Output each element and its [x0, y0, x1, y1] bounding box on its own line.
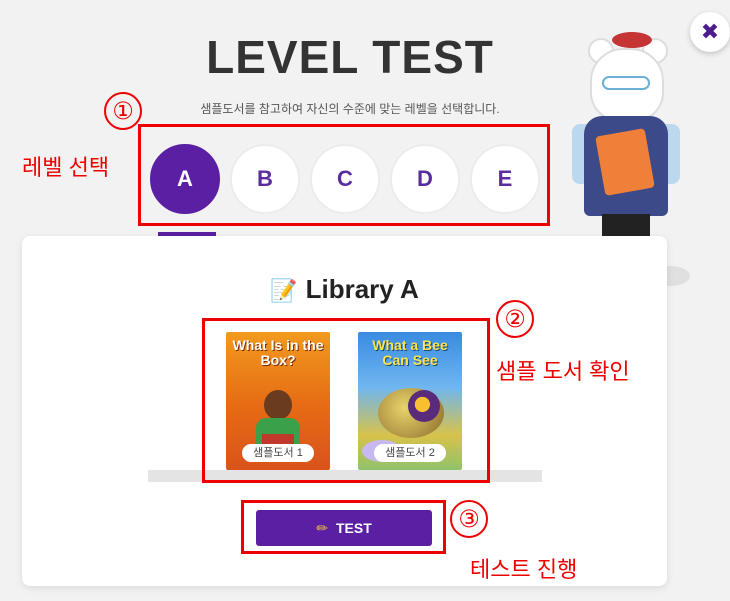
annotation-number-2: ② [496, 300, 534, 338]
mascot-book [595, 128, 655, 196]
mascot-glasses [602, 76, 650, 90]
memo-icon: 📝 [270, 278, 298, 303]
library-title-text: Library A [305, 274, 419, 304]
mascot-illustration [560, 28, 690, 258]
annotation-label-books: 샘플 도서 확인 [496, 359, 630, 384]
mascot-beret [612, 32, 652, 48]
close-icon: ✖ [700, 19, 720, 44]
close-button[interactable]: ✖ [690, 12, 730, 52]
annotation-box-test [241, 500, 446, 554]
annotation-number-3: ③ [450, 500, 488, 538]
annotation-label-test: 테스트 진행 [470, 557, 578, 582]
annotation-box-books [202, 318, 490, 483]
annotation-number-1: ① [104, 92, 142, 130]
annotation-box-level [138, 124, 550, 226]
library-title: 📝 Library A [22, 274, 667, 305]
annotation-label-level: 레벨 선택 [22, 155, 110, 180]
